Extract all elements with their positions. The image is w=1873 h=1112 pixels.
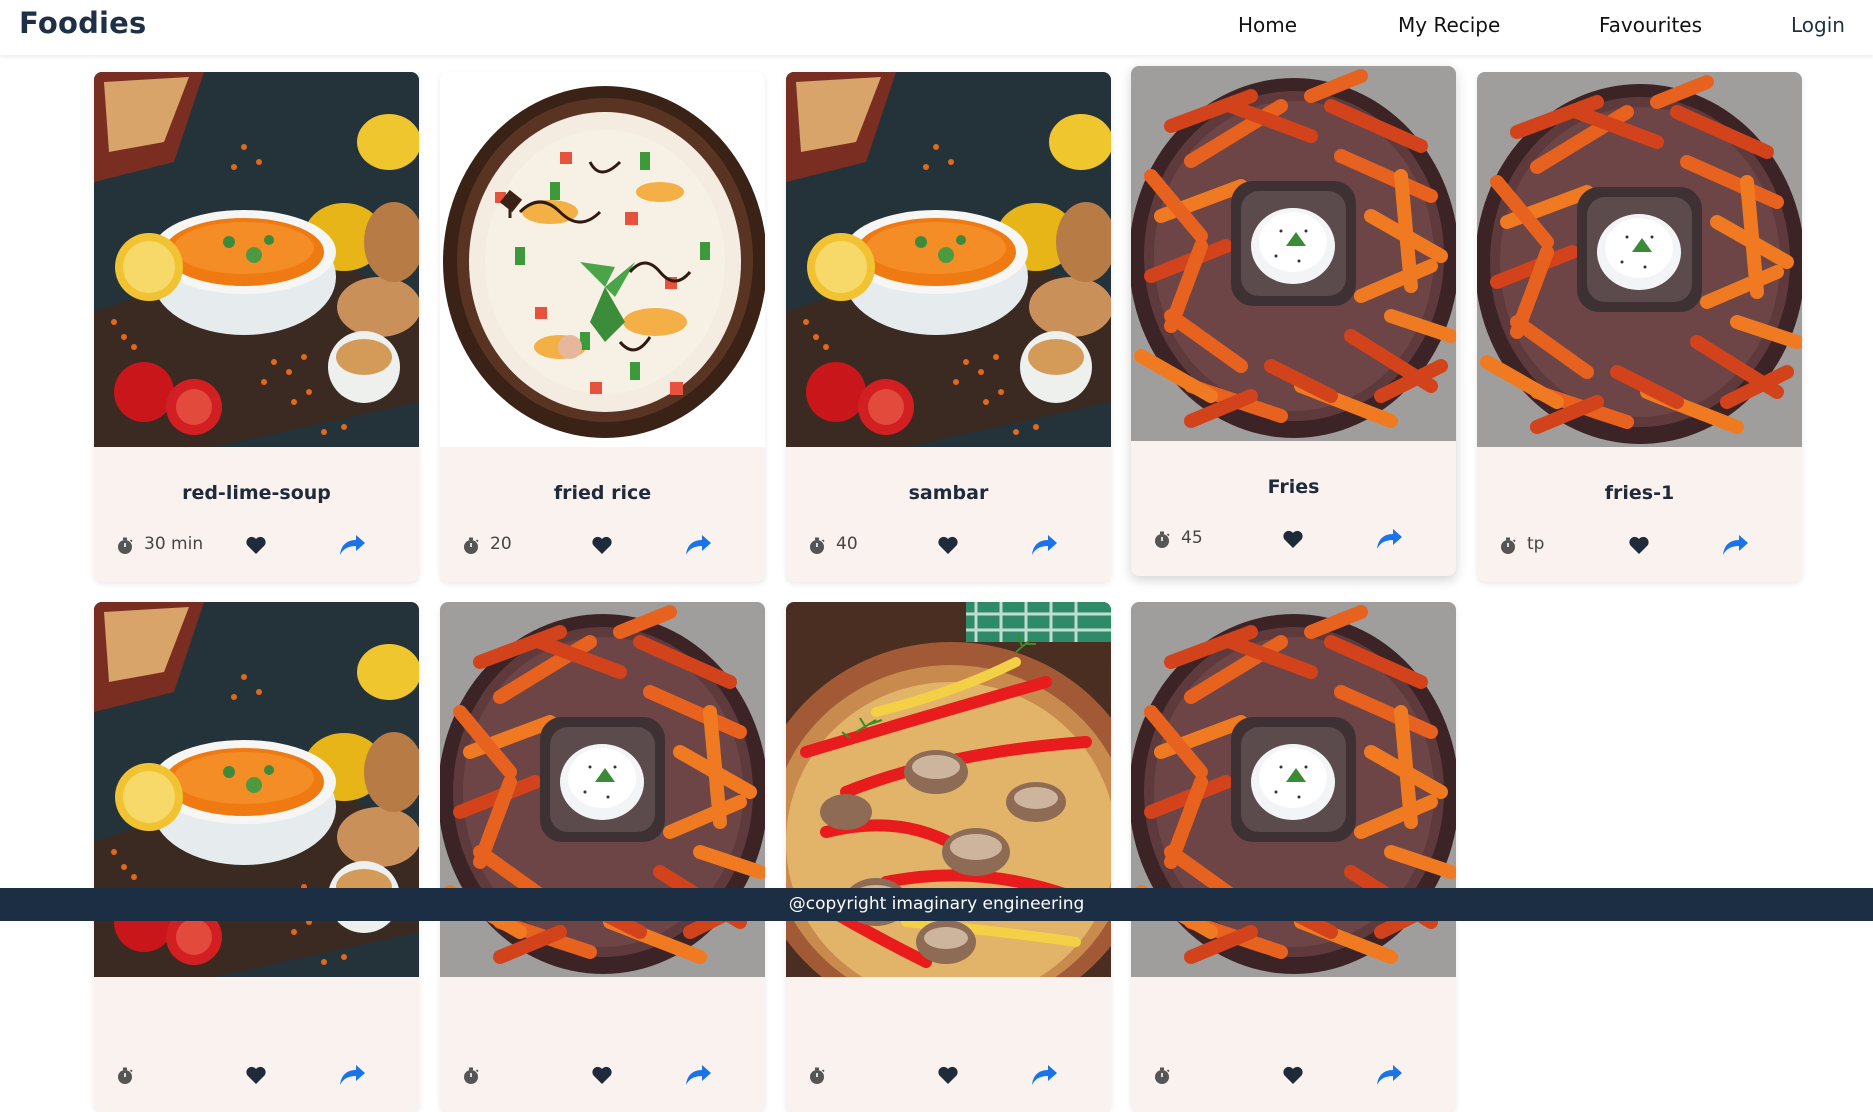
favourite-heart-icon[interactable] xyxy=(937,1065,959,1085)
share-arrow-icon[interactable] xyxy=(339,1063,366,1086)
recipe-image[interactable] xyxy=(440,72,765,447)
recipe-image[interactable] xyxy=(94,72,419,447)
recipe-card[interactable]: Fries 45 xyxy=(1131,66,1456,576)
share-arrow-icon[interactable] xyxy=(685,1063,712,1086)
navbar: Foodies Home My Recipe Favourites Login xyxy=(0,0,1873,55)
recipe-time: 30 min xyxy=(144,534,204,554)
recipe-title: sambar xyxy=(908,482,989,504)
stopwatch-icon xyxy=(116,537,134,555)
brand-logo[interactable]: Foodies xyxy=(19,6,147,40)
share-arrow-icon[interactable] xyxy=(685,533,712,556)
recipe-title: fries-1 xyxy=(1604,482,1675,504)
recipe-time: tp xyxy=(1527,534,1545,554)
recipe-time: 20 xyxy=(490,534,512,554)
nav-favourites-link[interactable]: Favourites xyxy=(1599,13,1702,37)
share-arrow-icon[interactable] xyxy=(1722,533,1749,556)
recipe-card[interactable]: red-lime-soup 30 min xyxy=(94,72,419,582)
favourite-heart-icon[interactable] xyxy=(591,535,613,555)
nav-login-link[interactable]: Login xyxy=(1791,13,1845,37)
nav-home-link[interactable]: Home xyxy=(1238,13,1297,37)
footer: @copyright imaginary engineering xyxy=(0,888,1873,921)
favourite-heart-icon[interactable] xyxy=(245,535,267,555)
share-arrow-icon[interactable] xyxy=(339,533,366,556)
share-arrow-icon[interactable] xyxy=(1031,533,1058,556)
stopwatch-icon xyxy=(1153,1067,1171,1085)
recipe-card[interactable]: fries-1 tp xyxy=(1477,72,1802,582)
favourite-heart-icon[interactable] xyxy=(1282,529,1304,549)
recipe-time: 40 xyxy=(836,534,858,554)
favourite-heart-icon[interactable] xyxy=(1282,1065,1304,1085)
stopwatch-icon xyxy=(808,1067,826,1085)
recipe-image[interactable] xyxy=(1477,72,1802,447)
recipe-image[interactable] xyxy=(1131,66,1456,441)
stopwatch-icon xyxy=(1499,537,1517,555)
recipe-grid: red-lime-soup 30 min fried rice 20 samba… xyxy=(0,0,1873,1112)
recipe-title: red-lime-soup xyxy=(182,482,331,504)
stopwatch-icon xyxy=(462,537,480,555)
stopwatch-icon xyxy=(116,1067,134,1085)
stopwatch-icon xyxy=(462,1067,480,1085)
favourite-heart-icon[interactable] xyxy=(591,1065,613,1085)
recipe-card[interactable] xyxy=(440,602,765,1112)
favourite-heart-icon[interactable] xyxy=(245,1065,267,1085)
stopwatch-icon xyxy=(1153,531,1171,549)
recipe-card[interactable]: sambar 40 xyxy=(786,72,1111,582)
recipe-card[interactable]: fried rice 20 xyxy=(440,72,765,582)
recipe-image[interactable] xyxy=(786,72,1111,447)
share-arrow-icon[interactable] xyxy=(1376,527,1403,550)
recipe-card[interactable] xyxy=(1131,602,1456,1112)
share-arrow-icon[interactable] xyxy=(1031,1063,1058,1086)
recipe-title: Fries xyxy=(1267,476,1320,498)
recipe-card[interactable] xyxy=(786,602,1111,1112)
nav-my-recipe-link[interactable]: My Recipe xyxy=(1398,13,1500,37)
stopwatch-icon xyxy=(808,537,826,555)
favourite-heart-icon[interactable] xyxy=(1628,535,1650,555)
recipe-card[interactable] xyxy=(94,602,419,1112)
recipe-title: fried rice xyxy=(553,482,652,504)
share-arrow-icon[interactable] xyxy=(1376,1063,1403,1086)
recipe-time: 45 xyxy=(1181,528,1203,548)
favourite-heart-icon[interactable] xyxy=(937,535,959,555)
